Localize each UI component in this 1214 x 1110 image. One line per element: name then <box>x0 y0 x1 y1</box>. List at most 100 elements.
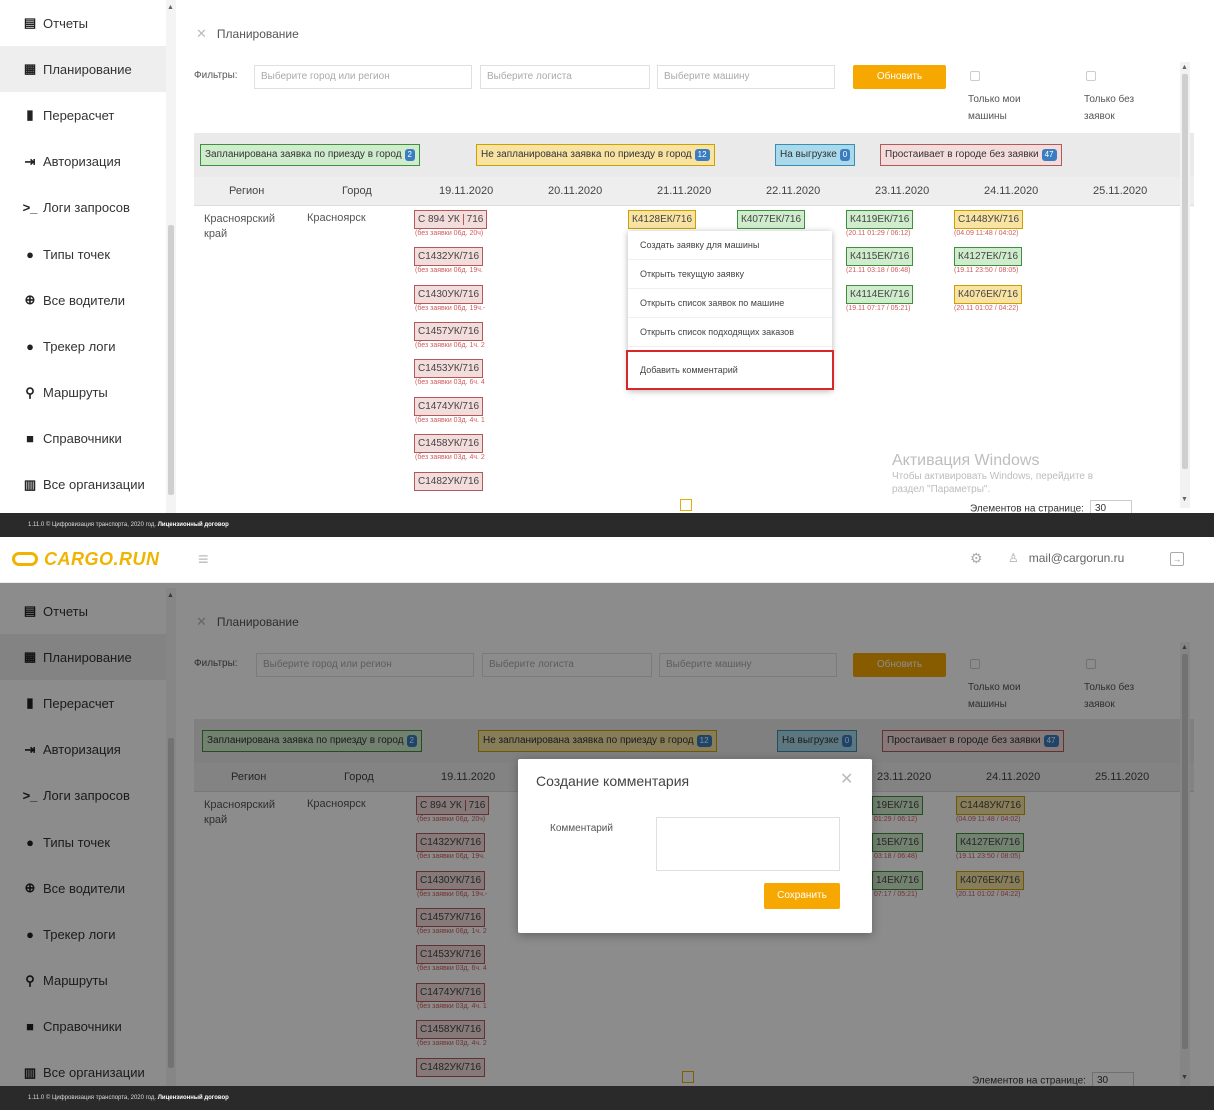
breadcrumb: ✕ Планирование <box>196 26 299 42</box>
user-menu[interactable]: ♙ mail@cargorun.ru <box>1008 551 1124 565</box>
truck-chip[interactable]: К4119ЕК/716 <box>846 210 914 229</box>
logo-icon <box>12 552 38 566</box>
logout-icon[interactable]: → <box>1170 552 1184 566</box>
page-scrollbar[interactable]: ▲ ▼ <box>1180 62 1190 508</box>
only-without-orders-checkbox[interactable] <box>1086 71 1096 81</box>
count-badge: 0 <box>839 149 851 161</box>
menu-item-open-truck-orders[interactable]: Открыть список заявок по машине <box>628 289 832 318</box>
sidebar-item-label: Отчеты <box>43 15 88 31</box>
page-scroll-thumb[interactable] <box>1182 74 1188 469</box>
close-icon[interactable]: ✕ <box>840 769 853 789</box>
menu-item-create-order[interactable]: Создать заявку для машины <box>628 231 832 260</box>
truck-chip[interactable]: С1457УК/716 <box>414 322 484 341</box>
license-link[interactable]: Лицензионный договор <box>158 522 229 528</box>
truck-chip[interactable]: К4077ЕК/716 <box>737 210 806 229</box>
building-icon: ▥ <box>23 476 37 492</box>
sidebar: ▤ Отчеты ▦ Планирование ▮ Перерасчет ⇥ Автор… <box>0 0 176 513</box>
sidebar-item-label: Типы точек <box>43 246 111 262</box>
truck-chip[interactable]: К4127ЕК/716 <box>954 247 1023 266</box>
truck-chip[interactable]: К4128ЕК/716 <box>628 210 697 229</box>
gear-icon[interactable]: ⚙ <box>970 550 983 567</box>
license-link[interactable]: Лицензионный договор <box>158 1095 229 1101</box>
sidebar-item-label: Логи запросов <box>43 200 130 216</box>
truck-chip[interactable]: С1482УК/716 <box>414 472 484 491</box>
legend-planned[interactable]: Запланирована заявка по приезду в город 2 <box>200 144 420 166</box>
city-filter-input[interactable]: Выберите город или регион <box>254 65 472 89</box>
sidebar-item-drivers[interactable]: ⊕ Все водители <box>0 277 176 323</box>
scroll-up-icon[interactable]: ▲ <box>1181 64 1188 71</box>
footer: 1.11.0 © Цифровизация транспорта, 2020 г… <box>0 1086 1214 1110</box>
legend-idle[interactable]: Простаивает в городе без заявки 47 <box>880 144 1062 166</box>
legend-not-planned[interactable]: Не запланирована заявка по приезду в гор… <box>476 144 715 166</box>
book-icon: ■ <box>26 431 34 447</box>
screenshot-panel-context-menu: ▤ Отчеты ▦ Планирование ▮ Перерасчет ⇥ Автор… <box>0 0 1214 537</box>
menu-item-open-current-order[interactable]: Открыть текущую заявку <box>628 260 832 289</box>
logo[interactable]: CARGO.RUN <box>12 549 160 570</box>
truck-chip[interactable]: С1430УК/716 <box>414 285 484 304</box>
truck-chip[interactable]: К4076ЕК/716 <box>954 285 1023 304</box>
legend-unloading[interactable]: На выгрузке 0 <box>775 144 856 166</box>
comment-textarea[interactable] <box>656 817 840 871</box>
column-header: 24.11.2020 <box>984 185 1039 197</box>
menu-item-open-matching-orders[interactable]: Открыть список подходящих заказов <box>628 318 832 347</box>
scroll-down-icon[interactable]: ▼ <box>1181 496 1188 503</box>
terminal-icon: >_ <box>22 200 38 216</box>
sidebar-item-routes[interactable]: ⚲ Маршруты <box>0 370 176 416</box>
truck-subtext: (04.09 11:48 / 04:02) <box>954 230 1019 237</box>
filters-label: Фильтры: <box>194 70 238 81</box>
truck-chip[interactable]: С1458УК/716 <box>414 434 484 453</box>
sidebar-item-reports[interactable]: ▤ Отчеты <box>0 0 176 46</box>
app-header: CARGO.RUN ≡ ⚙ ♙ mail@cargorun.ru → <box>0 537 1214 583</box>
truck-chip[interactable]: С 894 УК 716 <box>414 210 488 229</box>
truck-chip[interactable]: С1432УК/716 <box>414 247 484 266</box>
truck-chip[interactable]: С1453УК/716 <box>414 359 484 378</box>
login-icon: ⇥ <box>24 153 36 169</box>
sidebar-item-planning[interactable]: ▦ Планирование <box>0 46 176 93</box>
truck-chip[interactable]: К4115ЕК/716 <box>846 247 914 266</box>
sidebar-item-label: Маршруты <box>43 385 108 401</box>
sidebar-item-recalc[interactable]: ▮ Перерасчет <box>0 92 176 138</box>
close-icon[interactable]: ✕ <box>196 26 207 41</box>
sidebar-item-organizations[interactable]: ▥ Все организации <box>0 462 176 508</box>
globe-icon: ⊕ <box>24 292 36 308</box>
menu-item-add-comment[interactable]: Добавить комментарий <box>626 350 834 390</box>
sidebar-item-label: Планирование <box>43 61 132 77</box>
sidebar-scrollbar[interactable]: ▲ <box>166 0 176 513</box>
truck-filter-input[interactable]: Выберите машину <box>657 65 835 89</box>
sidebar-item-point-types[interactable]: ● Типы точек <box>0 231 176 277</box>
footer: 1.11.0 © Цифровизация транспорта, 2020 г… <box>0 513 1214 537</box>
planning-icon: ▦ <box>23 61 37 77</box>
truck-chip[interactable]: С1474УК/716 <box>414 397 484 416</box>
column-header: 19.11.2020 <box>439 185 494 197</box>
sidebar-item-auth[interactable]: ⇥ Авторизация <box>0 139 176 185</box>
truck-chip[interactable]: С1448УК/716 <box>954 210 1024 229</box>
logist-filter-input[interactable]: Выберите логиста <box>480 65 650 89</box>
sidebar-item-request-logs[interactable]: >_ Логи запросов <box>0 185 176 231</box>
region-cell: Красноярский край <box>204 213 276 240</box>
truck-subtext: (20.11 01:02 / 04:22) <box>954 305 1019 312</box>
menu-burger-icon[interactable]: ≡ <box>198 549 209 570</box>
filters-bar: Фильтры: Выберите город или регион Выбер… <box>194 65 1194 122</box>
city-cell: Красноярск <box>307 212 366 224</box>
scroll-up-icon[interactable]: ▲ <box>167 4 174 11</box>
sidebar-item-dictionaries[interactable]: ■ Справочники <box>0 416 176 462</box>
save-button[interactable]: Сохранить <box>764 883 840 909</box>
truck-subtext: (без заявки 03д. 6ч. 4 <box>415 379 485 386</box>
truck-subtext: (19.11 23:50 / 08:05) <box>954 267 1019 274</box>
sidebar-item-label: Все организации <box>43 477 145 493</box>
refresh-button[interactable]: Обновить <box>853 65 946 89</box>
recalc-icon: ▮ <box>26 107 34 123</box>
pager-button[interactable] <box>680 499 692 511</box>
column-header: 20.11.2020 <box>548 185 603 197</box>
count-badge: 2 <box>404 149 415 161</box>
only-my-trucks-checkbox[interactable] <box>970 71 980 81</box>
windows-activation-watermark: Активация Windows Чтобы активировать Win… <box>892 452 1094 495</box>
column-header: Регион <box>229 185 265 197</box>
route-icon: ⚲ <box>25 384 35 400</box>
user-email: mail@cargorun.ru <box>1028 551 1125 565</box>
sidebar-item-tracker-logs[interactable]: ● Трекер логи <box>0 323 176 369</box>
truck-chip[interactable]: К4114ЕК/716 <box>846 285 914 304</box>
page-title: Планирование <box>216 27 299 41</box>
sidebar-scroll-thumb[interactable] <box>168 225 174 495</box>
comment-label: Комментарий <box>550 823 613 834</box>
